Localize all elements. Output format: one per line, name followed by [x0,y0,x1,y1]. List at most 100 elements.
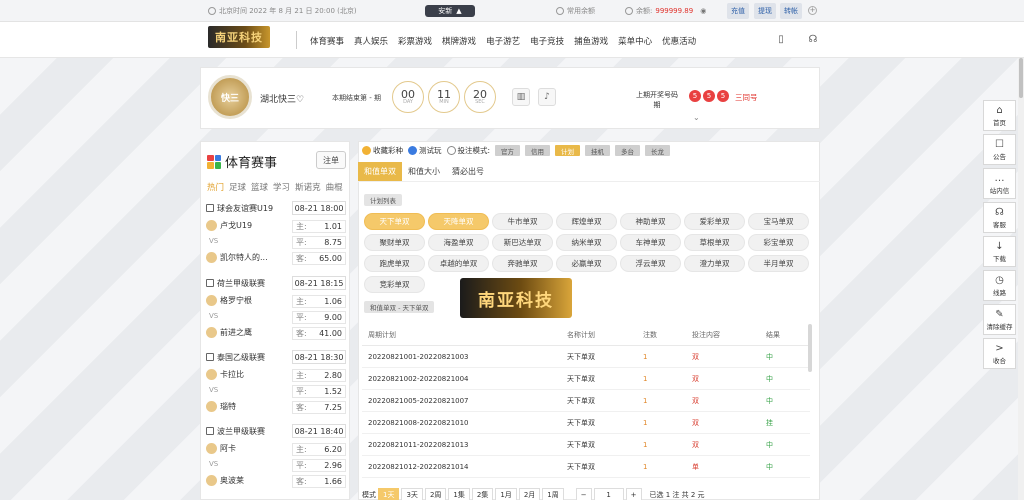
plan-item[interactable]: 卓越的单双 [428,255,489,272]
lottery-name[interactable]: 湖北快三♡ [260,92,304,105]
nav-item-slots[interactable]: 电子游艺 [486,35,520,47]
home-button[interactable]: ⌂ 首页 [983,100,1016,131]
plan-item[interactable]: 聚财单双 [364,234,425,251]
recharge-button[interactable]: 充值 [727,3,749,19]
odds-away[interactable]: 客: 41.00 [292,327,346,340]
tab-hot[interactable]: 热门 [207,181,224,193]
mode-auto[interactable]: 挂机 [585,145,611,156]
plan-item[interactable]: 斯巴达单双 [492,234,553,251]
period-button[interactable]: 2周 [424,488,447,500]
add-icon[interactable]: + [808,6,817,15]
nav-item-fishing[interactable]: 捕鱼游戏 [574,35,608,47]
table-scrollbar[interactable] [808,324,812,372]
chevron-down-icon[interactable]: ⌄ [693,113,700,122]
odds-away[interactable]: 客: 65.00 [292,252,346,265]
plan-item[interactable]: 浮云单双 [620,255,681,272]
odds-away[interactable]: 客: 1.66 [292,475,346,488]
period-button[interactable]: 2月 [518,488,541,500]
withdraw-button[interactable]: 提现 [754,3,776,19]
match-card[interactable]: 泰国乙级联赛 08-21 18:30 卡拉比 VS 瑙特 主: 2.80 平: 1.… [206,350,348,426]
odds-home[interactable]: 主: 1.01 [292,220,346,233]
plan-item[interactable]: 天降单双 [428,213,489,230]
plan-item[interactable]: 竞彩单双 [364,276,425,293]
subtab-guess-number[interactable]: 猜必出号 [446,162,490,181]
plan-item[interactable]: 神助单双 [620,213,681,230]
period-button[interactable]: 1月 [495,488,517,500]
period-button[interactable]: 1天 [378,488,400,500]
plan-item[interactable]: 必赢单双 [556,255,617,272]
plan-item[interactable]: 天下单双 [364,213,425,230]
period-button[interactable]: 3天 [401,488,423,500]
clear-cache-button[interactable]: ✎ 清除缓存 [983,304,1016,335]
tab-learning[interactable]: 学习 [273,181,290,193]
site-logo[interactable]: 南亚科技 [208,26,270,48]
plan-item[interactable]: 牛市单双 [492,213,553,230]
tab-snooker[interactable]: 斯诺克 [295,181,321,193]
eye-icon[interactable]: ◉ [700,7,706,15]
plan-item[interactable]: 跑虎单双 [364,255,425,272]
notice-button[interactable]: ☐ 公告 [983,134,1016,165]
nav-item-promotions[interactable]: 优惠活动 [662,35,696,47]
headset-icon[interactable]: ☊ [806,31,820,47]
tab-hockey[interactable]: 曲棍 [326,181,343,193]
period-button[interactable]: 1集 [448,488,470,500]
nav-item-lottery[interactable]: 彩票游戏 [398,35,432,47]
nav-item-live[interactable]: 真人娱乐 [354,35,388,47]
collapse-button[interactable]: > 收合 [983,338,1016,369]
music-icon[interactable]: ♪ [538,88,556,106]
transfer-button[interactable]: 转帐 [780,3,802,19]
favorite-button[interactable]: 收藏彩种 [362,145,403,156]
download-button[interactable]: ↓ 下载 [983,236,1016,267]
bet-slip-button[interactable]: 注单 [316,151,346,169]
tab-basketball[interactable]: 篮球 [251,181,268,193]
match-card[interactable]: 荷兰甲级联赛 08-21 18:15 格罗宁根 VS 前进之鹰 主: 1.06 平… [206,276,348,352]
match-card[interactable]: 波兰甲级联赛 08-21 18:40 阿卡 VS 奥波莱 主: 6.20 平: 2.… [206,424,348,500]
plan-item[interactable]: 宝马单双 [748,213,809,230]
period-button[interactable]: 2集 [471,488,494,500]
plan-item[interactable]: 爱彩单双 [684,213,745,230]
odds-home[interactable]: 主: 1.06 [292,295,346,308]
period-button[interactable]: 1周 [542,488,564,500]
plan-item[interactable]: 澄力单双 [684,255,745,272]
page-scrollbar[interactable] [1018,58,1024,500]
minus-button[interactable]: − [575,488,592,500]
heart-icon[interactable]: ♡ [296,95,304,105]
plan-item[interactable]: 彩宝单双 [748,234,809,251]
mode-multi[interactable]: 多台 [615,145,641,156]
service-button[interactable]: ☊ 客服 [983,202,1016,233]
nav-item-menu-center[interactable]: 菜单中心 [618,35,652,47]
route-button[interactable]: ◷ 线路 [983,270,1016,301]
chart-icon[interactable]: ▥ [512,88,530,106]
subtab-sum-odd-even[interactable]: 和值单双 [358,162,402,181]
plan-item[interactable]: 海盈单双 [428,234,489,251]
plan-item[interactable]: 车神单双 [620,234,681,251]
odds-draw[interactable]: 平: 1.52 [292,385,346,398]
mode-plan[interactable]: 计划 [555,145,581,156]
subtab-sum-big-small[interactable]: 和值大小 [402,162,446,181]
nav-item-sports[interactable]: 体育赛事 [310,35,344,47]
odds-home[interactable]: 主: 6.20 [292,443,346,456]
tab-football[interactable]: 足球 [229,181,246,193]
plan-item[interactable]: 奔驰单双 [492,255,553,272]
nav-item-chess[interactable]: 棋牌游戏 [442,35,476,47]
plan-item[interactable]: 草根单双 [684,234,745,251]
plan-item[interactable]: 纳米单双 [556,234,617,251]
plan-item[interactable]: 辉煌单双 [556,213,617,230]
message-button[interactable]: … 站内信 [983,168,1016,199]
plan-item[interactable]: 半月单双 [748,255,809,272]
page-scroll-thumb[interactable] [1019,58,1023,98]
mode-credit[interactable]: 信用 [525,145,551,156]
mobile-icon[interactable]: ▯ [774,31,788,47]
page-input[interactable]: 1 [593,488,624,500]
odds-draw[interactable]: 平: 9.00 [292,311,346,324]
odds-draw[interactable]: 平: 2.96 [292,459,346,472]
nav-item-esports[interactable]: 电子竞技 [530,35,564,47]
odds-draw[interactable]: 平: 8.75 [292,236,346,249]
common-amount-toggle[interactable]: 常用余额 [556,6,595,16]
plus-button[interactable]: + [625,488,642,500]
trial-button[interactable]: 测试玩 [408,145,442,156]
safe-button[interactable]: 安新 ▲ [425,5,475,17]
match-card[interactable]: 球会友谊赛U19 08-21 18:00 卢戈U19 VS 凯尔特人的... 主… [206,201,348,277]
odds-away[interactable]: 客: 7.25 [292,401,346,414]
odds-home[interactable]: 主: 2.80 [292,369,346,382]
